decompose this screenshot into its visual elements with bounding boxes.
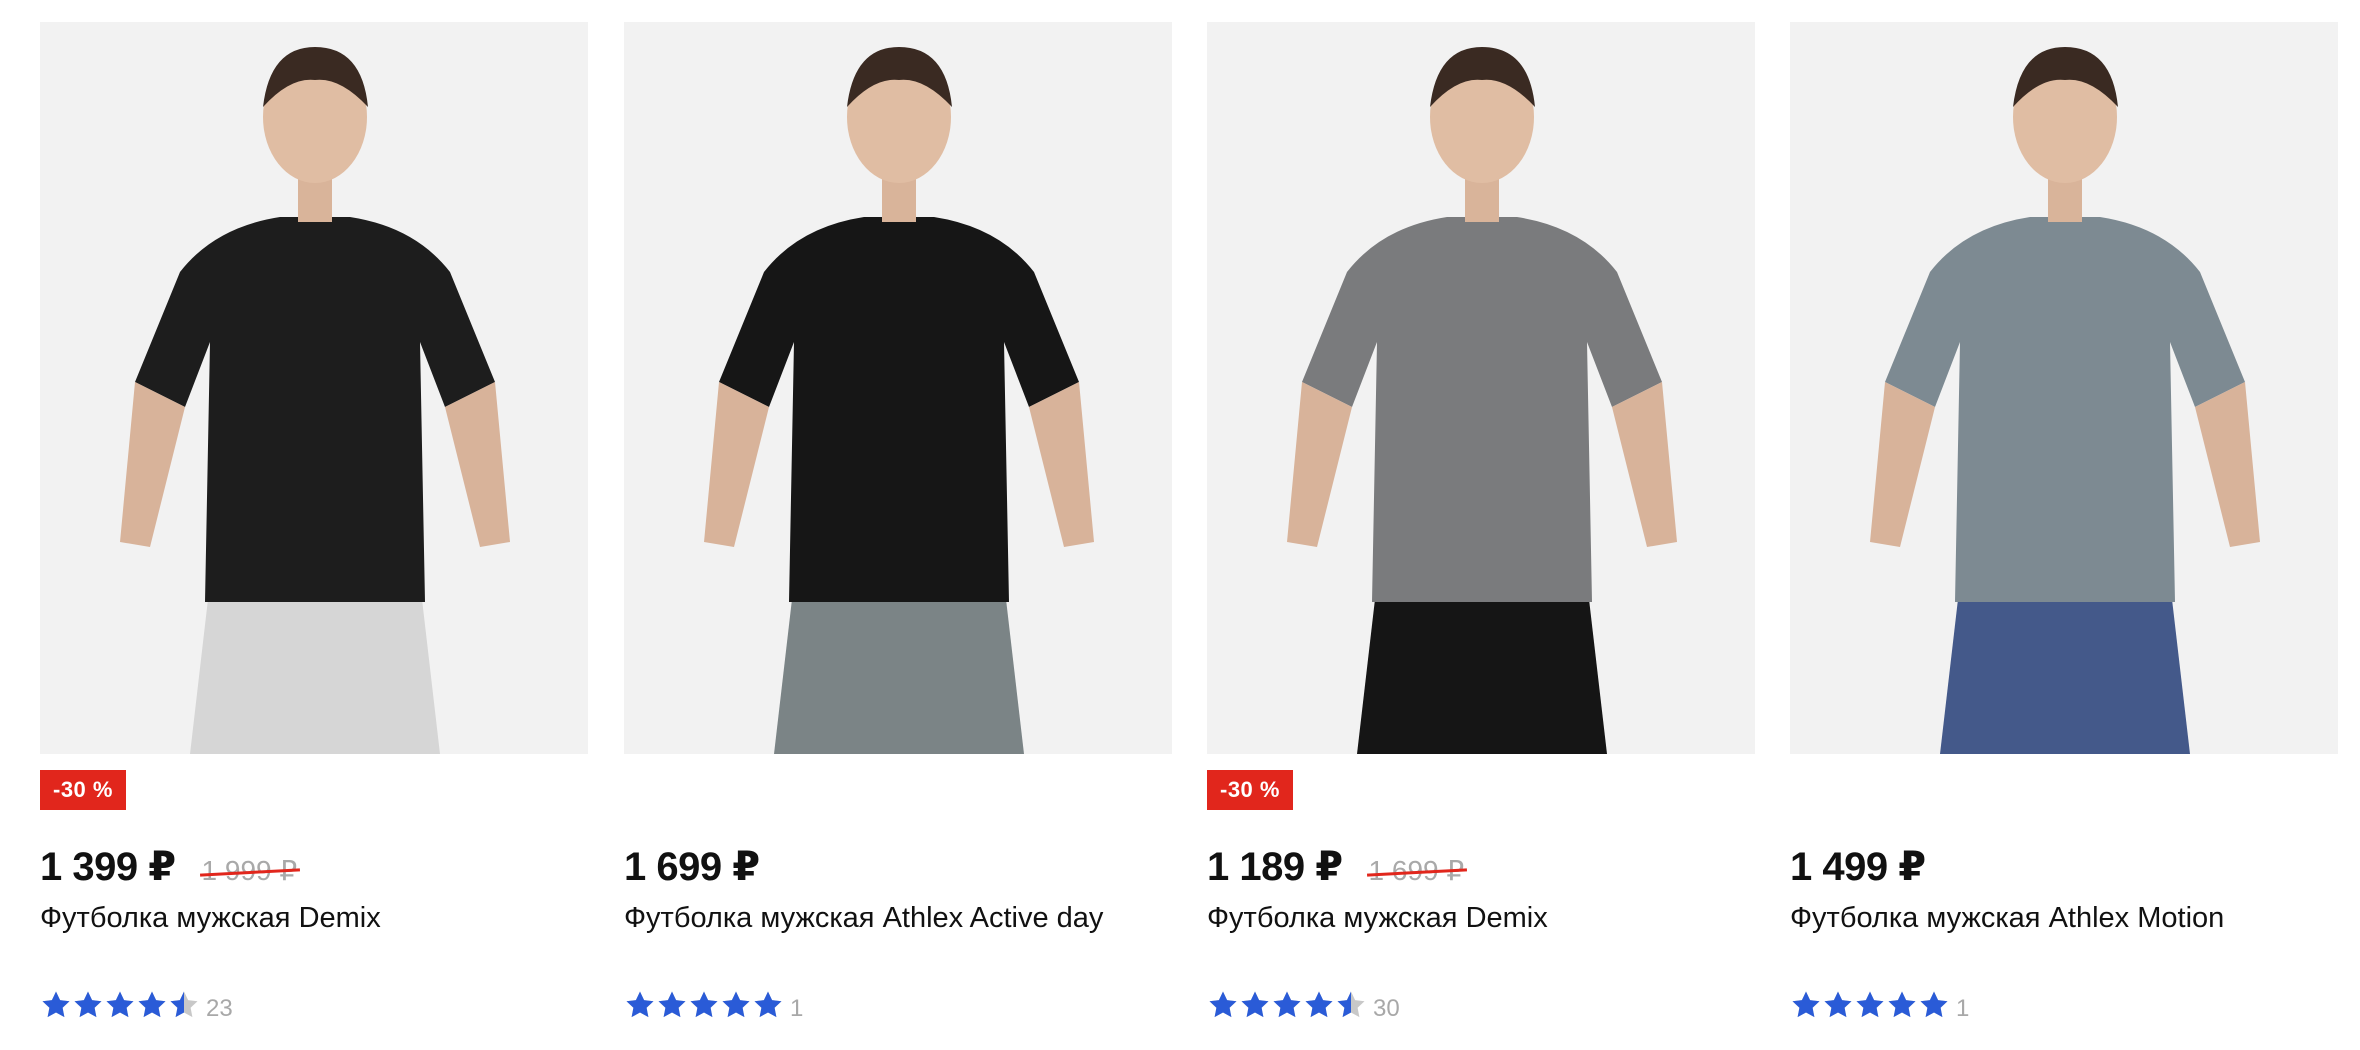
star-icon: [40, 989, 72, 1021]
star-icon: [1822, 989, 1854, 1021]
rating[interactable]: 30: [1207, 987, 1400, 1023]
model-illustration: [1790, 22, 2338, 754]
product-grid: -30 % 1 399 ₽ 1 999 ₽ Футболка мужская D…: [0, 0, 2360, 1050]
star-icon: [1335, 989, 1367, 1021]
rating[interactable]: 23: [40, 987, 233, 1023]
discount-badge: -30 %: [40, 770, 126, 810]
review-count: 23: [206, 995, 233, 1022]
price-row: 1 699 ₽: [624, 844, 760, 900]
current-price: 1 499 ₽: [1790, 845, 1926, 889]
rating[interactable]: 1: [624, 987, 803, 1023]
discount-badge: -30 %: [1207, 770, 1293, 810]
current-price: 1 399 ₽: [40, 845, 176, 889]
star-icon: [136, 989, 168, 1021]
star-icon: [688, 989, 720, 1021]
rating-stars: [40, 989, 200, 1021]
current-price: 1 699 ₽: [624, 845, 760, 889]
product-image[interactable]: [1207, 22, 1755, 754]
model-illustration: [624, 22, 1172, 754]
review-count: 1: [790, 995, 804, 1022]
star-icon: [752, 989, 784, 1021]
price-row: 1 399 ₽ 1 999 ₽: [40, 844, 297, 900]
old-price: 1 999 ₽: [201, 855, 298, 886]
star-icon: [1239, 989, 1271, 1021]
star-icon: [1918, 989, 1950, 1021]
rating[interactable]: 1: [1790, 987, 1969, 1023]
model-illustration: [40, 22, 588, 754]
current-price: 1 189 ₽: [1207, 845, 1343, 889]
product-title[interactable]: Футболка мужская Demix: [40, 902, 381, 935]
product-title[interactable]: Футболка мужская Demix: [1207, 902, 1548, 935]
star-icon: [1886, 989, 1918, 1021]
product-image[interactable]: [624, 22, 1172, 754]
star-icon: [1271, 989, 1303, 1021]
rating-stars: [1207, 989, 1367, 1021]
old-price: 1 699 ₽: [1368, 855, 1465, 886]
star-icon: [72, 989, 104, 1021]
model-illustration: [1207, 22, 1755, 754]
star-icon: [624, 989, 656, 1021]
star-icon: [720, 989, 752, 1021]
review-count: 1: [1956, 995, 1970, 1022]
product-card[interactable]: -30 % 1 399 ₽ 1 999 ₽ Футболка мужская D…: [40, 22, 588, 1042]
product-card[interactable]: 1 499 ₽ Футболка мужская Athlex Motion 1: [1790, 22, 2338, 1042]
product-title[interactable]: Футболка мужская Athlex Active day: [624, 902, 1103, 935]
product-card[interactable]: 1 699 ₽ Футболка мужская Athlex Active d…: [624, 22, 1172, 1042]
star-icon: [1303, 989, 1335, 1021]
star-icon: [656, 989, 688, 1021]
star-icon: [1790, 989, 1822, 1021]
price-row: 1 499 ₽: [1790, 844, 1926, 900]
product-card[interactable]: -30 % 1 189 ₽ 1 699 ₽ Футболка мужская D…: [1207, 22, 1755, 1042]
rating-stars: [624, 989, 784, 1021]
star-icon: [1854, 989, 1886, 1021]
star-icon: [104, 989, 136, 1021]
review-count: 30: [1373, 995, 1400, 1022]
star-icon: [168, 989, 200, 1021]
rating-stars: [1790, 989, 1950, 1021]
product-image[interactable]: [40, 22, 588, 754]
star-icon: [1207, 989, 1239, 1021]
price-row: 1 189 ₽ 1 699 ₽: [1207, 844, 1464, 900]
product-title[interactable]: Футболка мужская Athlex Motion: [1790, 902, 2224, 935]
product-image[interactable]: [1790, 22, 2338, 754]
